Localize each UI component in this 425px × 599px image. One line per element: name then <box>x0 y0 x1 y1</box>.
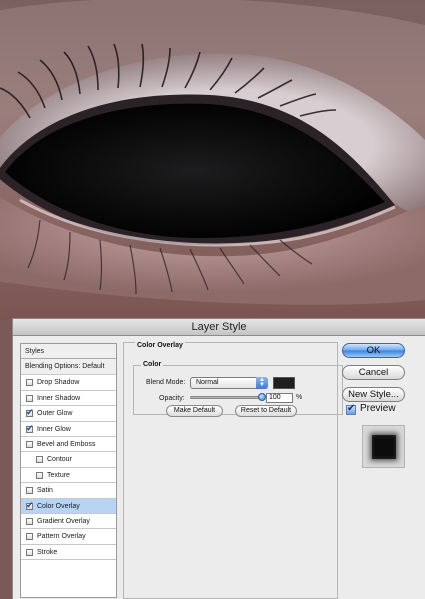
style-checkbox[interactable] <box>26 406 34 421</box>
styles-list-item-blending-options-default[interactable]: Blending Options: Default <box>21 359 116 376</box>
styles-list-item-gradient-overlay[interactable]: Gradient Overlay <box>21 514 116 530</box>
styles-list-label: Pattern Overlay <box>37 533 86 541</box>
styles-list-item-styles[interactable]: Styles <box>21 344 116 360</box>
styles-list-label: Gradient Overlay <box>37 517 90 525</box>
styles-list-label: Drop Shadow <box>37 379 80 387</box>
style-checkbox[interactable] <box>26 548 33 556</box>
style-checkbox[interactable] <box>26 499 34 513</box>
style-checkbox[interactable] <box>26 440 33 448</box>
styles-list-label: Color Overlay <box>37 502 80 510</box>
styles-list-label: Inner Shadow <box>37 394 81 402</box>
styles-list-item-bevel-and-emboss[interactable]: Bevel and Emboss <box>21 437 116 453</box>
opacity-unit: % <box>296 394 303 401</box>
style-checkbox[interactable] <box>26 487 33 495</box>
ok-button[interactable]: OK <box>342 343 405 358</box>
styles-list-label: Contour <box>47 456 72 464</box>
styles-list-item-pattern-overlay[interactable]: Pattern Overlay <box>21 529 116 545</box>
styles-list-item-contour[interactable]: Contour <box>21 452 116 468</box>
styles-list-label: Styles <box>25 348 45 355</box>
styles-list-label: Bevel and Emboss <box>37 440 96 448</box>
opacity-input[interactable]: 100 <box>266 393 293 403</box>
style-checkbox[interactable] <box>36 471 43 479</box>
styles-list-label: Inner Glow <box>37 425 71 433</box>
blend-mode-value: Normal <box>196 379 219 386</box>
styles-list-label: Satin <box>37 487 53 495</box>
opacity-label: Opacity: <box>159 395 185 402</box>
styles-list-label: Texture <box>47 471 70 479</box>
chevron-updown-icon: ▲ ▼ <box>256 377 268 389</box>
preview-label: Preview <box>360 403 396 414</box>
style-checkbox[interactable] <box>26 533 33 541</box>
dialog-title: Layer Style <box>13 319 425 336</box>
styles-list-item-outer-glow[interactable]: Outer Glow <box>21 406 116 422</box>
blend-mode-label: Blend Mode: <box>146 379 186 386</box>
styles-list-label: Stroke <box>37 548 58 556</box>
styles-list-item-texture[interactable]: Texture <box>21 468 116 484</box>
styles-list-item-drop-shadow[interactable]: Drop Shadow <box>21 375 116 391</box>
styles-list-item-color-overlay[interactable]: Color Overlay <box>21 498 116 514</box>
style-preview-thumbnail <box>362 425 405 468</box>
eye-photo <box>0 0 425 320</box>
styles-list-label: Outer Glow <box>37 410 73 418</box>
style-checkbox[interactable] <box>26 379 33 387</box>
style-checkbox[interactable] <box>36 456 43 464</box>
styles-list-item-inner-glow[interactable]: Inner Glow <box>21 422 116 437</box>
preview-square <box>372 435 396 459</box>
make-default-button[interactable]: Make Default <box>166 405 223 417</box>
reset-to-default-button[interactable]: Reset to Default <box>235 405 297 417</box>
panel-title: Color Overlay <box>135 342 185 349</box>
style-checkbox[interactable] <box>26 394 33 402</box>
cancel-button[interactable]: Cancel <box>342 365 405 380</box>
style-checkbox[interactable] <box>26 517 33 525</box>
opacity-slider-thumb[interactable] <box>258 393 266 401</box>
style-checkbox[interactable] <box>26 422 34 436</box>
new-style-button[interactable]: New Style... <box>342 387 405 402</box>
opacity-slider[interactable] <box>190 393 266 401</box>
color-group-title: Color <box>141 361 164 368</box>
styles-list: Styles Blending Options: Default Drop Shad… <box>20 343 117 598</box>
blend-mode-select[interactable]: Normal ▲ ▼ <box>190 377 268 389</box>
styles-list-item-satin[interactable]: Satin <box>21 483 116 499</box>
styles-list-item-stroke[interactable]: Stroke <box>21 545 116 561</box>
styles-list-label: Blending Options: Default <box>25 363 105 371</box>
preview-checkbox[interactable] <box>346 403 356 415</box>
styles-list-item-inner-shadow[interactable]: Inner Shadow <box>21 391 116 407</box>
overlay-color-swatch[interactable] <box>273 377 295 389</box>
